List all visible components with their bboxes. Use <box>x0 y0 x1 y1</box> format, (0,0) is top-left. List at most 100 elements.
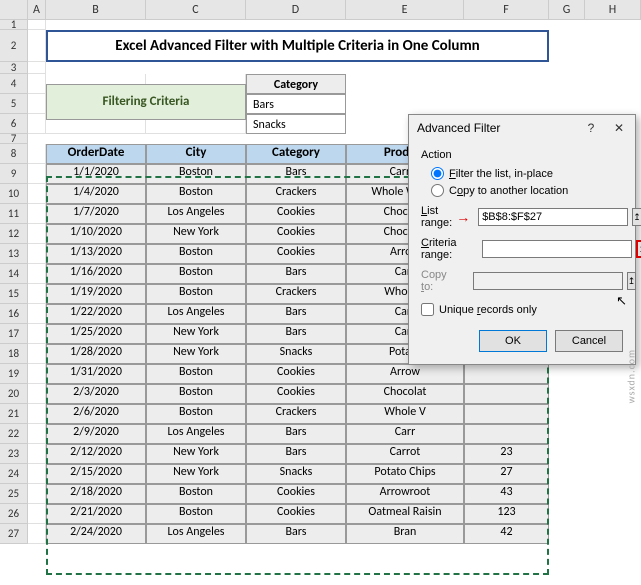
col-C[interactable]: C <box>146 0 246 19</box>
row-3[interactable]: 3 <box>0 62 28 74</box>
table-cell[interactable]: 1/1/2020 <box>46 164 146 184</box>
row-19[interactable]: 19 <box>0 364 28 384</box>
close-icon[interactable]: ✕ <box>611 121 627 135</box>
col-H[interactable]: H <box>585 0 641 19</box>
table-cell[interactable]: 1/31/2020 <box>46 364 146 384</box>
table-cell[interactable]: 23 <box>464 444 549 464</box>
table-cell[interactable]: Boston <box>146 284 246 304</box>
col-A[interactable]: A <box>28 0 46 19</box>
table-cell[interactable]: 2/15/2020 <box>46 464 146 484</box>
dialog-titlebar[interactable]: Advanced Filter ? ✕ <box>409 115 635 141</box>
table-cell[interactable]: Los Angeles <box>146 204 246 224</box>
table-cell[interactable]: Boston <box>146 484 246 504</box>
table-cell[interactable]: 1/28/2020 <box>46 344 146 364</box>
cell[interactable] <box>28 144 46 164</box>
table-cell[interactable]: Bars <box>246 424 346 444</box>
list-range-input[interactable] <box>478 208 628 226</box>
table-cell[interactable]: Boston <box>146 264 246 284</box>
cell[interactable] <box>28 264 46 284</box>
table-cell[interactable]: New York <box>146 344 246 364</box>
cell[interactable] <box>28 184 46 204</box>
table-cell[interactable]: Bars <box>246 264 346 284</box>
table-cell[interactable]: New York <box>146 224 246 244</box>
cell[interactable] <box>28 344 46 364</box>
table-cell[interactable]: Carrot <box>346 444 464 464</box>
table-cell[interactable]: Cookies <box>246 204 346 224</box>
row-18[interactable]: 18 <box>0 344 28 364</box>
table-cell[interactable]: New York <box>146 444 246 464</box>
radio-filter-inplace[interactable] <box>431 167 444 180</box>
table-cell[interactable] <box>464 384 549 404</box>
cell[interactable] <box>28 484 46 504</box>
table-cell[interactable]: Chocolat <box>346 384 464 404</box>
row-16[interactable]: 16 <box>0 304 28 324</box>
row-7[interactable]: 7 <box>0 134 28 144</box>
cell[interactable] <box>28 524 46 544</box>
ok-button[interactable]: OK <box>479 330 547 352</box>
table-cell[interactable]: 2/3/2020 <box>46 384 146 404</box>
table-cell[interactable]: Cookies <box>246 384 346 404</box>
table-cell[interactable]: 2/6/2020 <box>46 404 146 424</box>
row-14[interactable]: 14 <box>0 264 28 284</box>
table-cell[interactable]: Los Angeles <box>146 304 246 324</box>
cell[interactable] <box>28 424 46 444</box>
table-cell[interactable]: Arrow <box>346 364 464 384</box>
criteria-category-header[interactable]: Category <box>246 74 346 94</box>
table-cell[interactable] <box>464 364 549 384</box>
table-cell[interactable] <box>464 424 549 444</box>
table-cell[interactable]: Boston <box>146 364 246 384</box>
table-cell[interactable]: Boston <box>146 164 246 184</box>
row-26[interactable]: 26 <box>0 504 28 524</box>
cell[interactable] <box>28 30 46 62</box>
cell[interactable] <box>28 364 46 384</box>
cell[interactable] <box>28 384 46 404</box>
row-12[interactable]: 12 <box>0 224 28 244</box>
table-cell[interactable]: Bars <box>246 324 346 344</box>
row-11[interactable]: 11 <box>0 204 28 224</box>
criteria-value-1[interactable]: Snacks <box>246 114 346 134</box>
cell[interactable] <box>28 62 46 74</box>
row-13[interactable]: 13 <box>0 244 28 264</box>
table-cell[interactable]: Cookies <box>246 244 346 264</box>
col-G[interactable]: G <box>549 0 585 19</box>
row-15[interactable]: 15 <box>0 284 28 304</box>
cell[interactable] <box>28 74 46 94</box>
cell[interactable] <box>28 324 46 344</box>
th-city[interactable]: City <box>146 144 246 164</box>
table-cell[interactable]: 1/16/2020 <box>46 264 146 284</box>
row-22[interactable]: 22 <box>0 424 28 444</box>
table-cell[interactable]: Bars <box>246 524 346 544</box>
row-2[interactable]: 2 <box>0 30 28 62</box>
table-cell[interactable]: Boston <box>146 404 246 424</box>
table-cell[interactable]: Boston <box>146 244 246 264</box>
table-cell[interactable]: Boston <box>146 184 246 204</box>
table-cell[interactable]: Crackers <box>246 404 346 424</box>
cell[interactable] <box>28 114 46 134</box>
table-cell[interactable]: Boston <box>146 384 246 404</box>
table-cell[interactable]: Arrowroot <box>346 484 464 504</box>
table-cell[interactable]: 2/12/2020 <box>46 444 146 464</box>
table-cell[interactable]: Bars <box>246 444 346 464</box>
table-cell[interactable]: Snacks <box>246 464 346 484</box>
unique-records-checkbox[interactable] <box>421 303 434 316</box>
cell[interactable] <box>28 20 46 30</box>
row-24[interactable]: 24 <box>0 464 28 484</box>
row-17[interactable]: 17 <box>0 324 28 344</box>
table-cell[interactable]: 1/10/2020 <box>46 224 146 244</box>
row-27[interactable]: 27 <box>0 524 28 544</box>
table-cell[interactable]: Potato Chips <box>346 464 464 484</box>
table-cell[interactable]: New York <box>146 324 246 344</box>
cell[interactable] <box>28 244 46 264</box>
copy-to-picker-icon[interactable]: ↥ <box>627 272 637 290</box>
table-cell[interactable]: Cookies <box>246 224 346 244</box>
table-cell[interactable]: 1/25/2020 <box>46 324 146 344</box>
table-cell[interactable]: 2/18/2020 <box>46 484 146 504</box>
row-6[interactable]: 6 <box>0 114 28 134</box>
table-cell[interactable]: 2/24/2020 <box>46 524 146 544</box>
row-21[interactable]: 21 <box>0 404 28 424</box>
row-8[interactable]: 8 <box>0 144 28 164</box>
row-25[interactable]: 25 <box>0 484 28 504</box>
table-cell[interactable]: Bars <box>246 304 346 324</box>
table-cell[interactable]: Bars <box>246 164 346 184</box>
cell[interactable] <box>28 444 46 464</box>
